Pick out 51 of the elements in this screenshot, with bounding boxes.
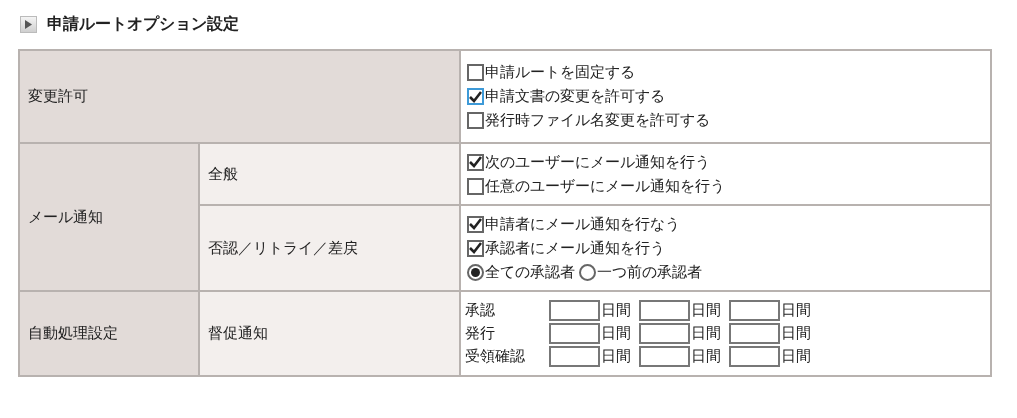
checkbox[interactable] bbox=[467, 177, 484, 195]
deadline-label: 承認 bbox=[465, 300, 496, 321]
days-input[interactable] bbox=[549, 346, 600, 367]
days-input[interactable] bbox=[639, 346, 690, 367]
days-input[interactable] bbox=[639, 300, 690, 321]
checkbox-label: 承認者にメール通知を行う bbox=[485, 238, 665, 258]
checkbox-label: 申請ルートを固定する bbox=[485, 63, 635, 82]
check-icon bbox=[469, 156, 482, 168]
checkbox[interactable] bbox=[467, 215, 484, 233]
unit-label: 日間 bbox=[691, 347, 721, 366]
checkbox-label: 発行時ファイル名変更を許可する bbox=[485, 111, 710, 130]
checkbox[interactable] bbox=[467, 88, 484, 105]
radio-label: 全ての承認者 bbox=[485, 262, 575, 282]
section-title: 申請ルートオプション設定 bbox=[47, 14, 239, 35]
days-input[interactable] bbox=[729, 323, 780, 344]
radio-label: 一つ前の承認者 bbox=[597, 262, 702, 282]
deadline-label: 受領確認 bbox=[465, 346, 526, 367]
radio-button[interactable] bbox=[467, 263, 484, 281]
unit-label: 日間 bbox=[781, 347, 811, 366]
row-subheader: 督促通知 bbox=[199, 291, 460, 376]
checkbox[interactable] bbox=[467, 239, 484, 257]
radio-button[interactable] bbox=[579, 263, 596, 281]
unit-label: 日間 bbox=[781, 301, 811, 320]
checkbox[interactable] bbox=[467, 112, 484, 129]
checkbox-label: 申請者にメール通知を行なう bbox=[485, 214, 680, 234]
check-icon bbox=[469, 218, 482, 230]
row-header: メール通知 bbox=[19, 143, 199, 291]
unit-label: 日間 bbox=[601, 301, 631, 320]
unit-label: 日間 bbox=[601, 347, 631, 366]
deadline-label: 発行 bbox=[465, 323, 496, 344]
days-input[interactable] bbox=[549, 323, 600, 344]
row-subheader: 全般 bbox=[199, 143, 460, 205]
unit-label: 日間 bbox=[601, 324, 631, 343]
row-subheader: 否認／リトライ／差戻 bbox=[199, 205, 460, 291]
checkbox-label: 申請文書の変更を許可する bbox=[485, 87, 665, 106]
unit-label: 日間 bbox=[691, 324, 721, 343]
row-header: 自動処理設定 bbox=[19, 291, 199, 376]
check-icon bbox=[469, 90, 482, 103]
checkbox-label: 次のユーザーにメール通知を行う bbox=[485, 152, 710, 172]
checkbox[interactable] bbox=[467, 64, 484, 81]
checkbox-label: 任意のユーザーにメール通知を行う bbox=[485, 176, 725, 196]
checkbox[interactable] bbox=[467, 153, 484, 171]
days-input[interactable] bbox=[729, 346, 780, 367]
unit-label: 日間 bbox=[691, 301, 721, 320]
unit-label: 日間 bbox=[781, 324, 811, 343]
days-input[interactable] bbox=[549, 300, 600, 321]
days-input[interactable] bbox=[639, 323, 690, 344]
days-input[interactable] bbox=[729, 300, 780, 321]
row-header: 変更許可 bbox=[19, 50, 460, 143]
check-icon bbox=[469, 242, 482, 254]
expand-icon[interactable] bbox=[20, 16, 37, 33]
